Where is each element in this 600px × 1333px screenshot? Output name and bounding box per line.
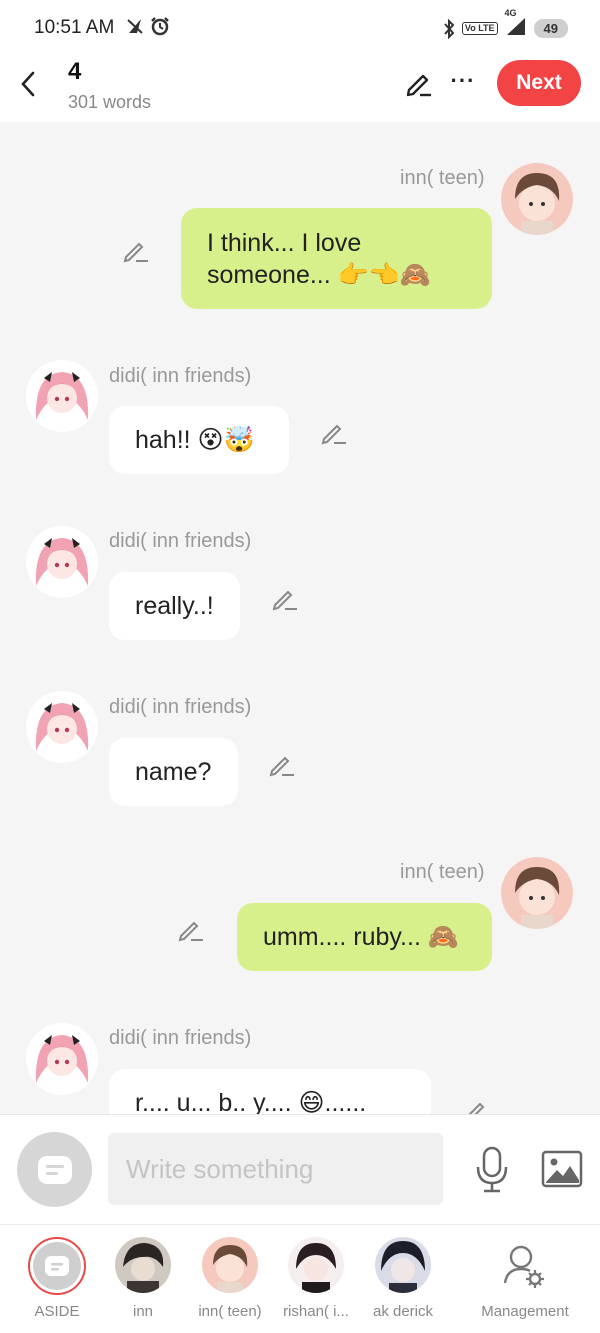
sender-name: inn( teen) (400, 167, 485, 189)
sender-name: didi( inn friends) (109, 696, 252, 718)
message-bubble[interactable]: r.... u... b.. y.... 😄...... (109, 1069, 431, 1114)
page-title: 4 (68, 58, 82, 85)
tab-management[interactable]: Management (470, 1225, 580, 1333)
message-bubble[interactable]: name? (109, 738, 238, 806)
tab-ak-derick[interactable]: ak derick (348, 1225, 458, 1333)
status-time: 10:51 AM (34, 17, 115, 38)
sender-name: didi( inn friends) (109, 530, 252, 552)
chat-area[interactable]: inn( teen) I think... I love someone... … (0, 122, 600, 1114)
battery-icon: 49 (533, 19, 568, 38)
signal-icon: 4G (505, 8, 527, 41)
edit-message-icon[interactable] (320, 418, 348, 446)
boy-avatar[interactable] (501, 163, 573, 235)
message-input[interactable] (108, 1133, 443, 1205)
girl-avatar[interactable] (26, 1023, 98, 1095)
chevron-left-icon (21, 71, 35, 97)
status-right-icons: Vo LTE 4G 49 (443, 8, 568, 41)
edit-message-icon[interactable] (463, 1096, 491, 1114)
derick-avatar (375, 1237, 431, 1293)
rishan-avatar (288, 1237, 344, 1293)
next-button[interactable]: Next (497, 60, 581, 106)
boy-avatar (202, 1237, 258, 1293)
aside-button[interactable] (17, 1132, 92, 1207)
girl-avatar[interactable] (26, 691, 98, 763)
status-bar: 10:51 AM Vo LTE 4G 49 (0, 0, 600, 56)
image-icon[interactable] (541, 1150, 583, 1188)
chat-header: 4 301 words ··· Next (0, 56, 600, 122)
microphone-icon[interactable] (474, 1145, 510, 1195)
tab-label: ak derick (372, 1303, 434, 1320)
compose-bar (0, 1114, 600, 1224)
status-left-icons (126, 16, 170, 36)
girl-avatar[interactable] (26, 360, 98, 432)
back-button[interactable] (14, 64, 42, 104)
inn-avatar (115, 1237, 171, 1293)
message-bubble[interactable]: umm.... ruby... 🙈 (237, 903, 492, 971)
word-count: 301 words (68, 92, 152, 112)
character-tabbar: ASIDE inn inn( teen) rishan( i... ak der… (0, 1224, 600, 1333)
message-bubble[interactable]: I think... I love someone... 👉👈🙈 (181, 208, 492, 309)
management-icon (497, 1237, 553, 1293)
aside-icon (45, 1256, 69, 1276)
aside-tab-ring (28, 1237, 86, 1295)
sender-name: didi( inn friends) (109, 365, 252, 387)
boy-avatar[interactable] (501, 857, 573, 929)
edit-title-button[interactable] (402, 66, 436, 100)
edit-message-icon[interactable] (268, 750, 296, 778)
more-options-button[interactable]: ··· (448, 66, 478, 96)
volte-badge: Vo LTE (461, 22, 498, 35)
bluetooth-icon (444, 18, 455, 39)
tab-label: Management (481, 1303, 569, 1320)
alarm-icon (151, 17, 169, 36)
sender-name: didi( inn friends) (109, 1027, 252, 1049)
aside-icon (37, 1155, 72, 1184)
network-label: 4G (504, 8, 517, 18)
edit-message-icon[interactable] (177, 915, 205, 943)
aside-tab-inner (33, 1242, 81, 1290)
edit-message-icon[interactable] (122, 236, 150, 264)
sender-name: inn( teen) (400, 861, 485, 883)
edit-message-icon[interactable] (271, 584, 299, 612)
pencil-icon (406, 74, 431, 97)
girl-avatar[interactable] (26, 526, 98, 598)
message-bubble[interactable]: really..! (109, 572, 240, 640)
message-bubble[interactable]: hah!! 😵🤯 (109, 406, 289, 474)
nav-arrow-icon (127, 19, 143, 34)
